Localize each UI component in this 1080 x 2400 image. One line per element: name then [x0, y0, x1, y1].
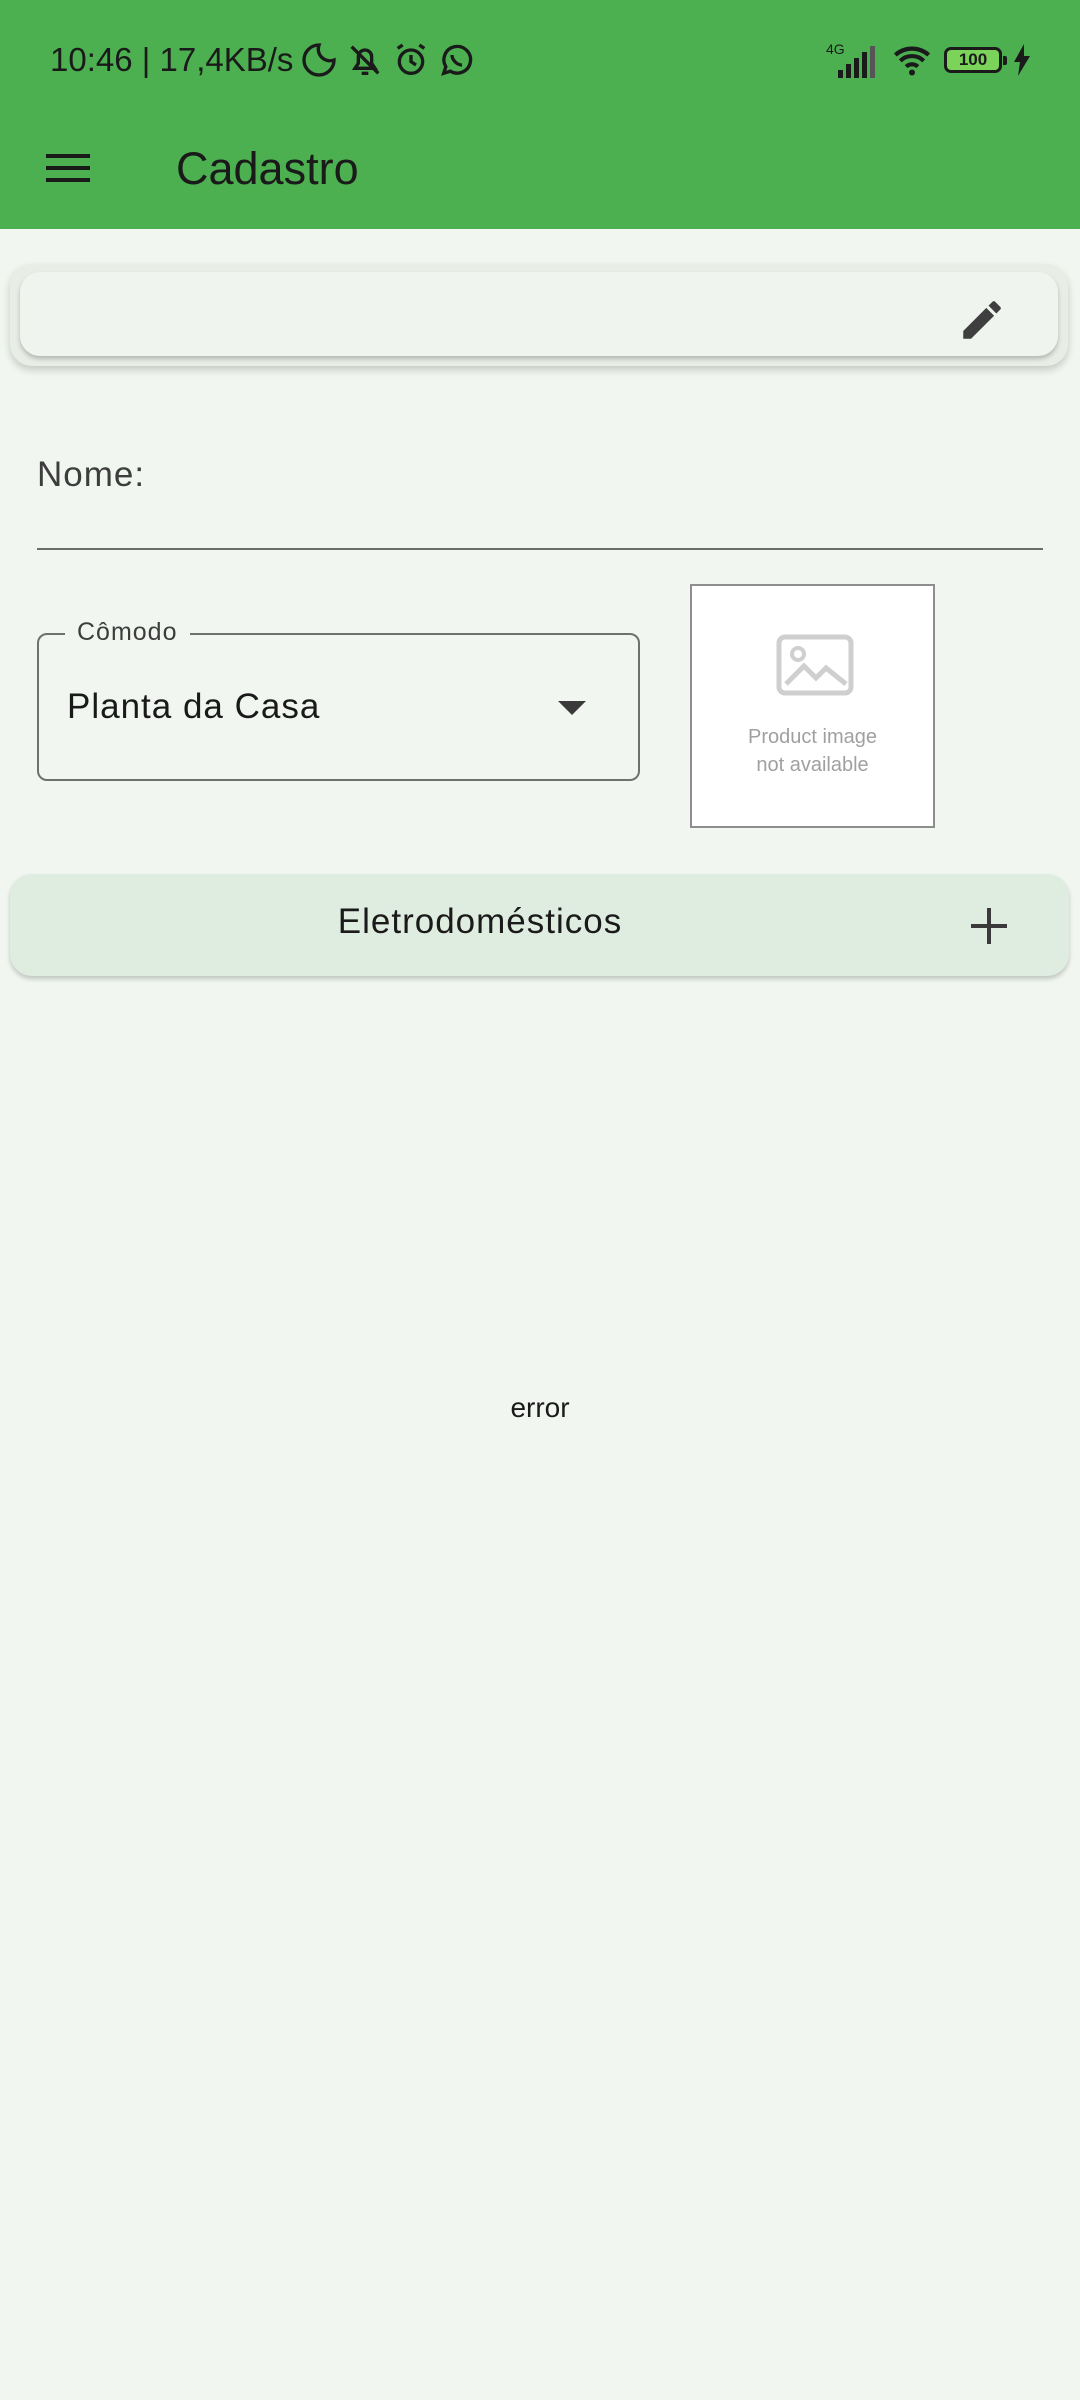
menu-button[interactable]: [40, 140, 96, 196]
image-placeholder-icon: [776, 634, 854, 696]
image-placeholder-line1: Product image: [748, 726, 877, 748]
room-dropdown[interactable]: Cômodo Planta da Casa: [37, 618, 640, 781]
app-bar: 10:46 | 17,4KB/s 4G 100 Cadastro: [0, 0, 1080, 229]
whatsapp-icon: [441, 44, 473, 76]
battery-indicator: 100: [944, 47, 1007, 73]
add-appliance-button[interactable]: [961, 898, 1017, 954]
room-selected-value: Planta da Casa: [67, 687, 321, 726]
status-bar: 10:46 | 17,4KB/s 4G 100: [0, 0, 1080, 120]
image-placeholder-line2: not available: [756, 754, 869, 776]
wifi-icon: [893, 46, 931, 76]
cell-signal-icon: 4G: [826, 41, 875, 78]
edit-button[interactable]: [954, 292, 1010, 348]
appliances-label: Eletrodomésticos: [337, 902, 623, 941]
status-left: 10:46 | 17,4KB/s: [50, 38, 477, 82]
network-type-label: 4G: [826, 41, 845, 57]
do-not-disturb-moon-icon: [302, 43, 337, 77]
page-title: Cadastro: [176, 143, 359, 194]
name-underline: [37, 548, 1043, 550]
error-message: error: [510, 1392, 570, 1423]
muted-bell-icon: [350, 45, 380, 75]
pencil-edit-icon: [963, 301, 1001, 339]
battery-level: 100: [958, 50, 988, 69]
dropdown-arrow-icon: [558, 701, 586, 715]
name-label: Nome:: [37, 455, 146, 494]
plus-icon: [971, 908, 1007, 944]
room-label: Cômodo: [65, 618, 190, 647]
hamburger-menu-icon: [46, 154, 90, 182]
charging-bolt-icon: [1014, 44, 1030, 76]
alarm-icon: [397, 43, 426, 75]
image-placeholder-text: Product image not available: [692, 723, 933, 779]
appliances-section[interactable]: Eletrodomésticos: [10, 874, 1069, 976]
product-image[interactable]: Product image not available: [690, 584, 935, 828]
status-time-speed: 10:46 | 17,4KB/s: [50, 41, 294, 78]
status-right: 4G 100: [824, 38, 1032, 82]
name-input[interactable]: [160, 450, 1040, 510]
search-bar[interactable]: [20, 272, 1058, 356]
search-card: [10, 264, 1068, 366]
toolbar: Cadastro: [0, 120, 1080, 229]
